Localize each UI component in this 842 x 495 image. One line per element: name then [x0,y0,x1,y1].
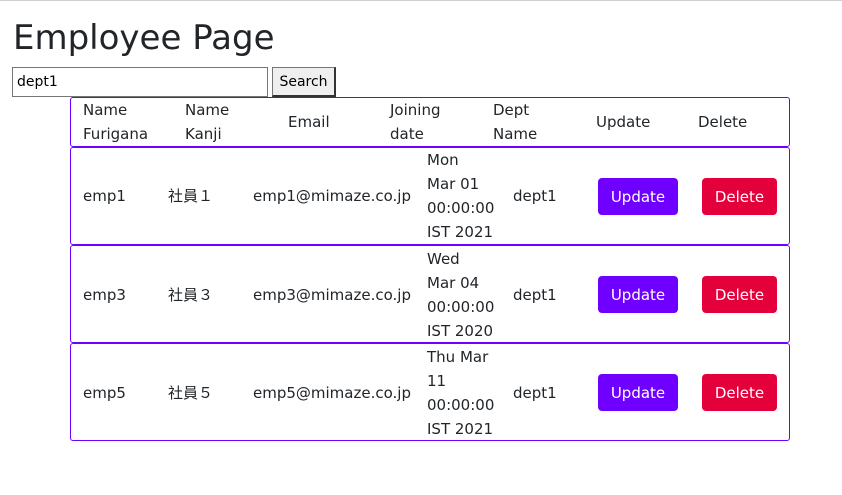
cell-name-kanji: 社員１ [168,187,214,205]
header-delete: Delete [698,113,748,131]
joining-line: Mon [427,151,459,169]
cell-joining-date: Wed Mar 04 00:00:00 IST 2020 [427,247,494,343]
header-joining-date: Joining date [390,98,440,146]
update-button[interactable]: Update [598,178,678,215]
cell-name-furigana: emp1 [83,187,126,205]
cell-joining-date: Mon Mar 01 00:00:00 IST 2021 [427,148,494,244]
table-row: emp5 社員５ emp5@mimaze.co.jp Thu Mar 11 00… [70,343,790,441]
joining-line: 00:00:00 [427,199,495,217]
search-input[interactable] [12,67,268,97]
joining-line: 00:00:00 [427,396,495,414]
table-header: Name Furigana Name Kanji Email Joining d… [70,97,790,147]
joining-line: Thu Mar [427,348,489,366]
joining-line: IST 2021 [427,420,494,438]
header-name-furigana-line2: Furigana [83,125,149,143]
header-email: Email [288,113,330,131]
joining-line: 00:00:00 [427,298,495,316]
page-title: Employee Page [13,18,275,58]
cell-name-kanji: 社員３ [168,286,214,304]
table-row: emp1 社員１ emp1@mimaze.co.jp Mon Mar 01 00… [70,147,790,245]
header-dept-line2: Name [493,125,538,143]
table-row: emp3 社員３ emp3@mimaze.co.jp Wed Mar 04 00… [70,245,790,343]
cell-name-kanji: 社員５ [168,384,214,402]
joining-line: IST 2021 [427,223,494,241]
header-name-furigana: Name Furigana [83,98,148,146]
cell-name-furigana: emp3 [83,286,126,304]
header-name-kanji: Name Kanji [185,98,229,146]
header-dept-line1: Dept [493,101,530,119]
header-update: Update [596,113,651,131]
header-name-furigana-line1: Name [83,101,128,119]
update-button[interactable]: Update [598,276,678,313]
joining-line: Mar 01 [427,175,480,193]
top-divider [0,0,842,1]
cell-email: emp1@mimaze.co.jp [253,187,411,205]
joining-line: Wed [427,250,460,268]
header-joining-line1: Joining [390,101,441,119]
delete-button[interactable]: Delete [702,374,777,411]
cell-dept-name: dept1 [513,286,557,304]
cell-email: emp3@mimaze.co.jp [253,286,411,304]
cell-dept-name: dept1 [513,187,557,205]
delete-button[interactable]: Delete [702,178,777,215]
search-button[interactable]: Search [272,67,336,97]
cell-dept-name: dept1 [513,384,557,402]
header-dept-name: Dept Name [493,98,537,146]
cell-email: emp5@mimaze.co.jp [253,384,411,402]
cell-name-furigana: emp5 [83,384,126,402]
header-name-kanji-line2: Kanji [185,125,222,143]
joining-line: IST 2020 [427,322,494,340]
header-name-kanji-line1: Name [185,101,230,119]
header-joining-line2: date [390,125,424,143]
update-button[interactable]: Update [598,374,678,411]
cell-joining-date: Thu Mar 11 00:00:00 IST 2021 [427,345,494,441]
joining-line: 11 [427,372,447,390]
joining-line: Mar 04 [427,274,480,292]
delete-button[interactable]: Delete [702,276,777,313]
